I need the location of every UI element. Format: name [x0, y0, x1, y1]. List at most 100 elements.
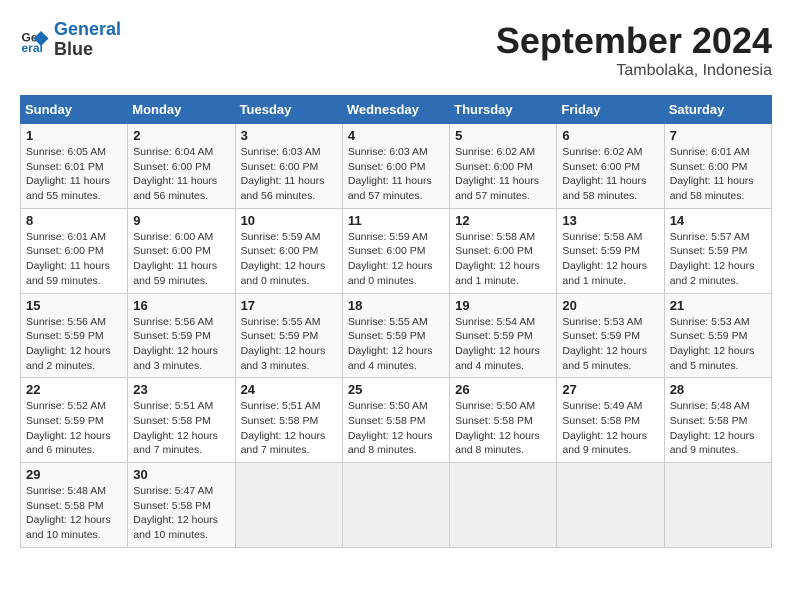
day-number: 24: [241, 382, 337, 397]
title-block: September 2024 Tambolaka, Indonesia: [496, 20, 772, 80]
calendar-cell: 13Sunrise: 5:58 AM Sunset: 5:59 PM Dayli…: [557, 208, 664, 293]
calendar-cell: 6 Sunrise: 6:02 AM Sunset: 6:00 PM Daylig…: [557, 124, 664, 209]
day-number: 8: [26, 213, 122, 228]
day-number: 22: [26, 382, 122, 397]
day-number: 30: [133, 467, 229, 482]
day-number: 21: [670, 298, 766, 313]
page-header: Gen eral GeneralBlue September 2024 Tamb…: [20, 20, 772, 80]
weekday-header-monday: Monday: [128, 96, 235, 124]
calendar-cell: 11 Sunrise: 5:59 AM Sunset: 6:00 PM Dayli…: [342, 208, 449, 293]
day-info: Sunrise: 5:50 AM Sunset: 5:58 PM Dayligh…: [348, 399, 444, 458]
day-info: Sunrise: 6:01 AM Sunset: 6:00 PM Dayligh…: [26, 230, 122, 289]
calendar-cell: 2Sunrise: 6:04 AM Sunset: 6:00 PM Daylig…: [128, 124, 235, 209]
calendar-cell: 23 Sunrise: 5:51 AM Sunset: 5:58 PM Dayli…: [128, 378, 235, 463]
day-number: 9: [133, 213, 229, 228]
day-info: Sunrise: 5:56 AM Sunset: 5:59 PM Dayligh…: [133, 315, 229, 374]
calendar-cell: 7 Sunrise: 6:01 AM Sunset: 6:00 PM Daylig…: [664, 124, 771, 209]
calendar-week-5: 29 Sunrise: 5:48 AM Sunset: 5:58 PM Dayli…: [21, 463, 772, 548]
weekday-header-row: SundayMondayTuesdayWednesdayThursdayFrid…: [21, 96, 772, 124]
calendar-cell: 9Sunrise: 6:00 AM Sunset: 6:00 PM Daylig…: [128, 208, 235, 293]
day-info: Sunrise: 6:02 AM Sunset: 6:00 PM Dayligh…: [562, 145, 658, 204]
day-number: 5: [455, 128, 551, 143]
day-number: 17: [241, 298, 337, 313]
calendar-cell: 12 Sunrise: 5:58 AM Sunset: 6:00 PM Dayli…: [450, 208, 557, 293]
weekday-header-friday: Friday: [557, 96, 664, 124]
calendar-cell: [342, 463, 449, 548]
calendar-cell: 5Sunrise: 6:02 AM Sunset: 6:00 PM Daylig…: [450, 124, 557, 209]
day-number: 23: [133, 382, 229, 397]
day-number: 1: [26, 128, 122, 143]
calendar-cell: 22 Sunrise: 5:52 AM Sunset: 5:59 PM Dayli…: [21, 378, 128, 463]
calendar-cell: 18 Sunrise: 5:55 AM Sunset: 5:59 PM Dayli…: [342, 293, 449, 378]
calendar-cell: 15 Sunrise: 5:56 AM Sunset: 5:59 PM Dayli…: [21, 293, 128, 378]
day-info: Sunrise: 5:53 AM Sunset: 5:59 PM Dayligh…: [670, 315, 766, 374]
day-number: 4: [348, 128, 444, 143]
day-info: Sunrise: 5:49 AM Sunset: 5:58 PM Dayligh…: [562, 399, 658, 458]
day-info: Sunrise: 6:03 AM Sunset: 6:00 PM Dayligh…: [348, 145, 444, 204]
calendar-cell: 28 Sunrise: 5:48 AM Sunset: 5:58 PM Dayli…: [664, 378, 771, 463]
day-info: Sunrise: 5:59 AM Sunset: 6:00 PM Dayligh…: [348, 230, 444, 289]
day-info: Sunrise: 5:55 AM Sunset: 5:59 PM Dayligh…: [241, 315, 337, 374]
calendar-cell: 19Sunrise: 5:54 AM Sunset: 5:59 PM Dayli…: [450, 293, 557, 378]
calendar-cell: 26 Sunrise: 5:50 AM Sunset: 5:58 PM Dayli…: [450, 378, 557, 463]
calendar-week-1: 1 Sunrise: 6:05 AM Sunset: 6:01 PM Daylig…: [21, 124, 772, 209]
calendar-cell: 4 Sunrise: 6:03 AM Sunset: 6:00 PM Daylig…: [342, 124, 449, 209]
calendar-week-2: 8 Sunrise: 6:01 AM Sunset: 6:00 PM Daylig…: [21, 208, 772, 293]
day-number: 29: [26, 467, 122, 482]
weekday-header-saturday: Saturday: [664, 96, 771, 124]
day-info: Sunrise: 6:05 AM Sunset: 6:01 PM Dayligh…: [26, 145, 122, 204]
day-number: 11: [348, 213, 444, 228]
day-info: Sunrise: 5:54 AM Sunset: 5:59 PM Dayligh…: [455, 315, 551, 374]
day-info: Sunrise: 5:53 AM Sunset: 5:59 PM Dayligh…: [562, 315, 658, 374]
month-title: September 2024: [496, 20, 772, 62]
day-info: Sunrise: 5:47 AM Sunset: 5:58 PM Dayligh…: [133, 484, 229, 543]
day-info: Sunrise: 5:51 AM Sunset: 5:58 PM Dayligh…: [241, 399, 337, 458]
weekday-header-wednesday: Wednesday: [342, 96, 449, 124]
calendar-week-3: 15 Sunrise: 5:56 AM Sunset: 5:59 PM Dayli…: [21, 293, 772, 378]
calendar-cell: 1 Sunrise: 6:05 AM Sunset: 6:01 PM Daylig…: [21, 124, 128, 209]
day-info: Sunrise: 5:58 AM Sunset: 6:00 PM Dayligh…: [455, 230, 551, 289]
calendar-cell: 10 Sunrise: 5:59 AM Sunset: 6:00 PM Dayli…: [235, 208, 342, 293]
calendar-cell: 30 Sunrise: 5:47 AM Sunset: 5:58 PM Dayli…: [128, 463, 235, 548]
day-number: 16: [133, 298, 229, 313]
day-number: 13: [562, 213, 658, 228]
weekday-header-tuesday: Tuesday: [235, 96, 342, 124]
day-info: Sunrise: 5:48 AM Sunset: 5:58 PM Dayligh…: [670, 399, 766, 458]
day-number: 15: [26, 298, 122, 313]
day-info: Sunrise: 5:55 AM Sunset: 5:59 PM Dayligh…: [348, 315, 444, 374]
day-info: Sunrise: 6:04 AM Sunset: 6:00 PM Dayligh…: [133, 145, 229, 204]
day-number: 26: [455, 382, 551, 397]
day-info: Sunrise: 5:52 AM Sunset: 5:59 PM Dayligh…: [26, 399, 122, 458]
day-info: Sunrise: 5:50 AM Sunset: 5:58 PM Dayligh…: [455, 399, 551, 458]
calendar-cell: [557, 463, 664, 548]
calendar-cell: 20 Sunrise: 5:53 AM Sunset: 5:59 PM Dayli…: [557, 293, 664, 378]
day-number: 20: [562, 298, 658, 313]
logo-icon: Gen eral: [20, 25, 50, 55]
day-number: 10: [241, 213, 337, 228]
day-info: Sunrise: 6:01 AM Sunset: 6:00 PM Dayligh…: [670, 145, 766, 204]
day-number: 3: [241, 128, 337, 143]
day-number: 12: [455, 213, 551, 228]
calendar-cell: 14Sunrise: 5:57 AM Sunset: 5:59 PM Dayli…: [664, 208, 771, 293]
day-info: Sunrise: 5:59 AM Sunset: 6:00 PM Dayligh…: [241, 230, 337, 289]
location: Tambolaka, Indonesia: [496, 62, 772, 80]
day-number: 28: [670, 382, 766, 397]
calendar-cell: 8 Sunrise: 6:01 AM Sunset: 6:00 PM Daylig…: [21, 208, 128, 293]
day-info: Sunrise: 6:03 AM Sunset: 6:00 PM Dayligh…: [241, 145, 337, 204]
day-number: 6: [562, 128, 658, 143]
day-number: 18: [348, 298, 444, 313]
weekday-header-thursday: Thursday: [450, 96, 557, 124]
day-info: Sunrise: 5:51 AM Sunset: 5:58 PM Dayligh…: [133, 399, 229, 458]
logo: Gen eral GeneralBlue: [20, 20, 121, 60]
weekday-header-sunday: Sunday: [21, 96, 128, 124]
calendar-week-4: 22 Sunrise: 5:52 AM Sunset: 5:59 PM Dayli…: [21, 378, 772, 463]
day-info: Sunrise: 5:56 AM Sunset: 5:59 PM Dayligh…: [26, 315, 122, 374]
calendar-cell: 24 Sunrise: 5:51 AM Sunset: 5:58 PM Dayli…: [235, 378, 342, 463]
calendar-cell: 16 Sunrise: 5:56 AM Sunset: 5:59 PM Dayli…: [128, 293, 235, 378]
day-number: 7: [670, 128, 766, 143]
calendar-cell: 29 Sunrise: 5:48 AM Sunset: 5:58 PM Dayli…: [21, 463, 128, 548]
day-info: Sunrise: 5:57 AM Sunset: 5:59 PM Dayligh…: [670, 230, 766, 289]
day-info: Sunrise: 5:48 AM Sunset: 5:58 PM Dayligh…: [26, 484, 122, 543]
calendar-cell: [450, 463, 557, 548]
calendar-cell: 17 Sunrise: 5:55 AM Sunset: 5:59 PM Dayli…: [235, 293, 342, 378]
